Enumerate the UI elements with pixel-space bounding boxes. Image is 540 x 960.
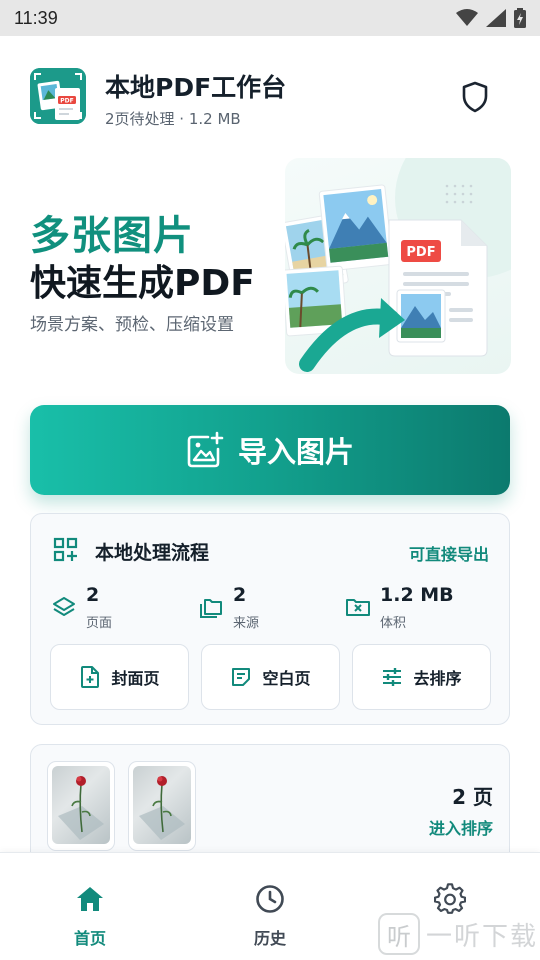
stat-pages: 2 页面 (51, 584, 171, 634)
nav-home-label: 首页 (73, 929, 106, 948)
app-logo-icon: PDF (30, 68, 86, 124)
rose-image-icon (139, 776, 185, 840)
local-processing-card: 本地处理流程 可直接导出 2 页面 2 来源 1.2 MB 体积 封面页 空白页… (30, 513, 510, 725)
hero-description: 场景方案、预检、压缩设置 (30, 315, 234, 335)
status-time: 11:39 (14, 7, 58, 28)
logo-badge-text: PDF (60, 98, 73, 105)
nav-home[interactable]: 首页 (45, 883, 135, 953)
gear-icon (434, 883, 466, 914)
folders-icon (200, 599, 222, 618)
hero-heading-primary: 多张图片 (30, 213, 194, 259)
app-title: 本地PDF工作台 (105, 73, 287, 102)
sort-pages-label: 去排序 (413, 669, 462, 688)
layers-icon (53, 597, 75, 616)
wifi-icon (456, 9, 478, 26)
status-icons (456, 8, 526, 28)
sort-pages-button[interactable]: 去排序 (352, 644, 491, 710)
shield-icon (462, 81, 488, 113)
watermark-text: 一听下载 (426, 921, 539, 952)
add-image-icon (187, 431, 224, 468)
signal-icon (486, 9, 506, 27)
blank-page-icon (232, 668, 251, 686)
watermark-mark: 听 (378, 913, 420, 955)
stat-size: 1.2 MB 体积 (345, 584, 495, 634)
page-thumbnail-image (133, 766, 191, 844)
watermark-logo: 听 一听下载 (378, 913, 538, 955)
page-thumbnail[interactable] (128, 761, 196, 851)
compress-folder-icon (346, 599, 370, 616)
cover-page-button[interactable]: 封面页 (50, 644, 189, 710)
add-file-icon (81, 666, 100, 688)
home-icon (77, 887, 103, 911)
sliders-icon (383, 668, 402, 686)
page-thumbnail-image (52, 766, 110, 844)
hero-illustration: PDF (285, 158, 511, 374)
page-thumbnail[interactable] (47, 761, 115, 851)
battery-icon (514, 8, 526, 28)
rose-image-icon (58, 776, 104, 840)
enter-sort-link[interactable]: 进入排序 (429, 815, 493, 839)
blank-page-button[interactable]: 空白页 (201, 644, 340, 710)
blank-page-label: 空白页 (262, 669, 311, 688)
stat-sources: 2 来源 (198, 584, 318, 634)
stat-sources-label: 来源 (233, 616, 260, 631)
card-title: 本地处理流程 (95, 542, 210, 564)
hero-heading-secondary: 快速生成PDF (30, 263, 255, 304)
app-logo: PDF (30, 68, 86, 124)
app-header: PDF 本地PDF工作台 2页待处理 · 1.2 MB (30, 68, 510, 128)
import-images-button[interactable]: 导入图片 (30, 405, 510, 495)
stat-size-label: 体积 (380, 616, 407, 631)
nav-history-label: 历史 (253, 929, 286, 948)
direct-export-link[interactable]: 可直接导出 (409, 541, 489, 565)
images-to-pdf-illustration: PDF (285, 158, 511, 372)
stat-sources-value: 2 (233, 584, 247, 606)
clock-icon (256, 885, 284, 913)
grid-add-icon (53, 537, 78, 562)
page-count: 2 页 (452, 785, 493, 809)
stat-size-value: 1.2 MB (380, 584, 454, 606)
privacy-shield-button[interactable] (460, 80, 490, 114)
status-bar: 11:39 (0, 0, 540, 36)
cover-page-label: 封面页 (111, 669, 160, 688)
app-subtitle: 2页待处理 · 1.2 MB (105, 110, 241, 128)
nav-history[interactable]: 历史 (225, 883, 315, 953)
stat-pages-label: 页面 (86, 616, 113, 631)
import-images-label: 导入图片 (237, 435, 354, 469)
stat-pages-value: 2 (86, 584, 100, 606)
illustration-pdf-badge: PDF (406, 245, 435, 260)
